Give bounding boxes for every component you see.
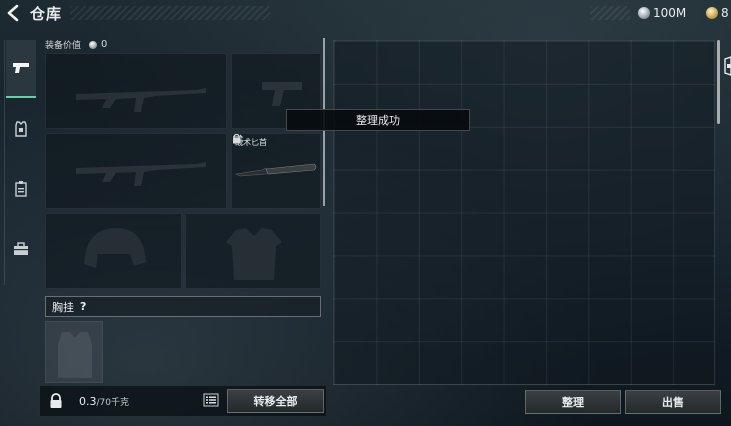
equipment-value: 装备价值 0 [45, 38, 107, 51]
equipment-value-label: 装备价值 [45, 41, 82, 51]
vest-silhouette-icon [226, 228, 282, 280]
storage-grid[interactable] [333, 40, 715, 385]
helmet-silhouette-icon [84, 228, 146, 268]
list-view-button[interactable] [203, 392, 219, 408]
back-button[interactable] [4, 3, 26, 23]
primary-weapon-slot-1[interactable] [45, 53, 227, 129]
tab-rail [4, 40, 5, 285]
case-icon [14, 242, 28, 255]
list-icon [203, 393, 219, 407]
chest-rig-label: 胸挂 [52, 300, 74, 314]
chest-rig-silhouette-icon [58, 332, 92, 378]
header-decoration-right [590, 6, 630, 20]
carry-weight-capacity: /70千克 [96, 398, 130, 408]
chest-rig-header: 胸挂 ? [45, 296, 321, 317]
lock-icon [233, 134, 240, 144]
rifle-silhouette-icon [76, 162, 206, 186]
page-title: 仓库 [30, 5, 63, 23]
clipboard-icon [15, 181, 27, 197]
currency-silver[interactable]: 100M [638, 5, 686, 21]
rifle-silhouette-icon [76, 88, 206, 112]
toast-notification: 整理成功 [286, 109, 470, 131]
helmet-slot[interactable] [45, 213, 182, 289]
silver-coin-icon [89, 40, 98, 49]
tactical-knife-icon [235, 163, 317, 177]
pistol-icon [13, 63, 29, 73]
header-decoration [70, 6, 270, 20]
tab-supplies[interactable] [6, 220, 36, 278]
currency-silver-amount: 100M [653, 6, 687, 20]
transfer-all-button[interactable]: 转移全部 [227, 389, 324, 413]
sell-button[interactable]: 出售 [625, 390, 721, 414]
storage-scrollbar[interactable] [717, 40, 720, 124]
body-armor-slot[interactable] [185, 213, 321, 289]
tab-backpack[interactable] [6, 160, 36, 218]
currency-gold-amount: 8 [721, 6, 729, 20]
carry-weight-value: 0.3 [79, 395, 97, 408]
gold-coin-icon [706, 7, 718, 19]
tab-weapons[interactable] [6, 40, 36, 98]
tab-armor[interactable] [6, 100, 36, 158]
storage-side-tab-icon[interactable] [722, 55, 731, 77]
sort-button[interactable]: 整理 [525, 390, 621, 414]
help-icon[interactable]: ? [80, 300, 86, 313]
equipment-value-amount: 0 [101, 39, 108, 50]
lock-icon[interactable] [49, 393, 63, 409]
currency-gold[interactable]: 8 [706, 5, 729, 21]
primary-weapon-slot-2[interactable] [45, 133, 227, 209]
carry-weight: 0.3/70千克 [79, 395, 129, 408]
top-bar: 仓库 100M 8 [0, 0, 731, 26]
armor-vest-icon [15, 121, 27, 137]
chest-rig-slot[interactable] [45, 321, 103, 383]
melee-slot[interactable]: 战术匕首 [231, 133, 321, 209]
silver-coin-icon [638, 7, 650, 19]
inventory-footer: 0.3/70千克 转移全部 [40, 386, 326, 416]
chevron-left-icon [7, 4, 19, 22]
